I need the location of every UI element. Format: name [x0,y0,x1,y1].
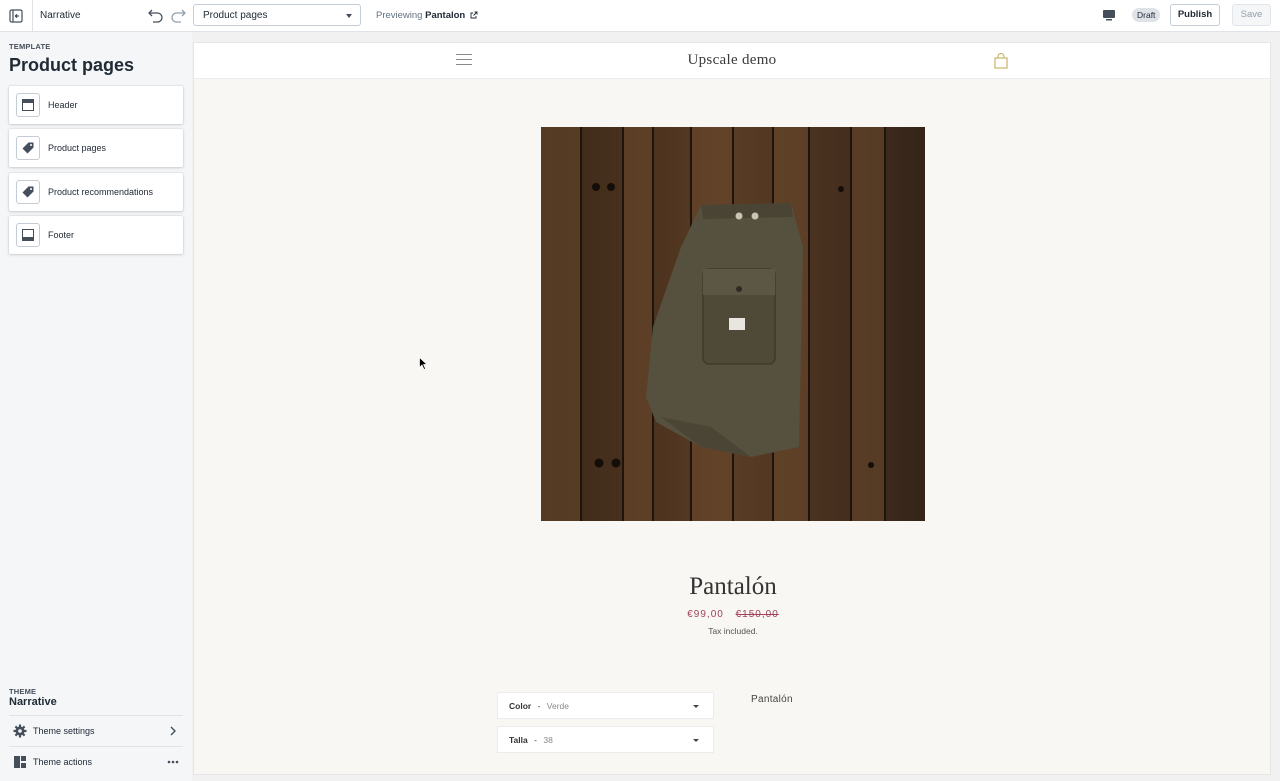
theme-title: Narrative [9,696,57,708]
theme-name: Narrative [40,10,81,21]
theme-settings-button[interactable]: Theme settings [9,715,183,745]
save-button[interactable]: Save [1232,4,1271,26]
theme-actions-label: Theme actions [33,757,93,767]
theme-settings-label: Theme settings [33,726,95,736]
option-select-size[interactable]: Talla - 38 [497,726,714,753]
shopping-bag-icon[interactable] [994,53,1008,69]
tag-icon [16,180,40,204]
store-header: Upscale demo [194,43,1270,79]
chevron-down-icon [693,739,699,742]
option-value: 38 [543,735,553,745]
template-select[interactable]: Product pages [193,4,361,26]
exit-icon [9,9,23,23]
header-layout-icon [16,93,40,117]
sidebar: TEMPLATE Product pages Header Product pa… [0,32,192,781]
theme-label: THEME [9,687,37,696]
theme-actions-button[interactable]: Theme actions [9,746,183,776]
chevron-right-icon [170,726,176,736]
option-select-color[interactable]: Color - Verde [497,692,714,719]
desktop-icon[interactable] [1102,8,1116,22]
exit-editor-button[interactable] [0,0,33,32]
page-title: Product pages [9,55,135,75]
previewing-label: Previewing [376,10,423,21]
option-name: Talla [509,735,528,745]
section-label: Footer [48,230,75,240]
product-image[interactable] [541,127,925,521]
section-header[interactable]: Header [9,86,183,124]
product-title: Pantalón [689,573,777,600]
section-label: Product pages [48,143,107,153]
option-separator: - [537,701,541,711]
section-label: Header [48,100,78,110]
section-product-pages[interactable]: Product pages [9,129,183,167]
footer-layout-icon [16,223,40,247]
tag-icon [16,136,40,160]
section-footer[interactable]: Footer [9,216,183,254]
external-link-icon [470,11,478,19]
mouse-cursor-icon [419,357,428,370]
undo-icon[interactable] [147,6,165,24]
chevron-down-icon [693,705,699,708]
theme-actions-icon [14,756,26,768]
store-preview: Upscale demo Pantalón €99,00 €150,00 Tax… [193,42,1271,775]
chevron-down-icon [346,14,352,18]
previewing-product: Pantalon [425,10,466,21]
section-label: Product recommendations [48,187,154,197]
publish-button[interactable]: Publish [1170,4,1220,26]
menu-icon[interactable] [456,54,472,66]
previewing-link[interactable]: Previewing Pantalon [376,10,478,21]
section-product-recommendations[interactable]: Product recommendations [9,173,183,211]
option-name: Color [509,701,532,711]
sale-price: €99,00 [687,609,724,620]
more-horizontal-icon[interactable] [167,756,179,768]
compare-at-price: €150,00 [735,609,779,620]
redo-icon[interactable] [169,6,187,24]
price-row: €99,00 €150,00 [633,609,833,620]
store-logo-text[interactable]: Upscale demo [632,52,832,69]
template-label: TEMPLATE [9,42,51,51]
gear-icon [13,724,27,738]
side-product-name: Pantalón [751,694,793,705]
template-select-value: Product pages [203,10,268,21]
tax-note: Tax included. [708,626,758,636]
product-photo [541,127,925,521]
editor-topbar: Narrative Product pages Previewing Panta… [0,0,1280,32]
option-value: Verde [546,701,570,711]
status-badge: Draft [1132,8,1161,22]
option-separator: - [534,735,537,745]
